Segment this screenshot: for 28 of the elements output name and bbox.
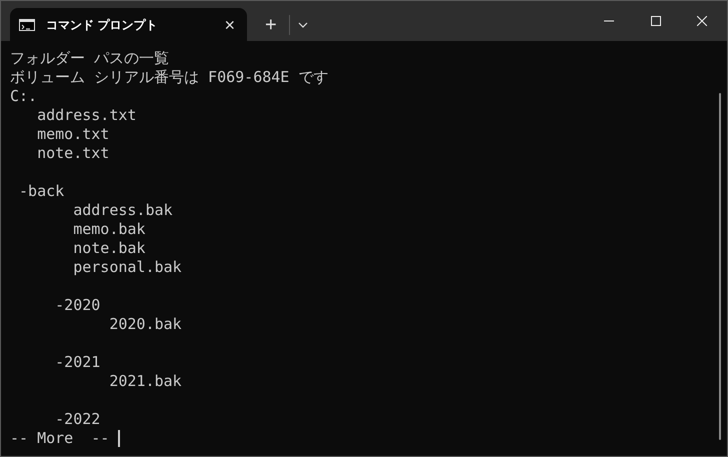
- console-line: address.txt: [36, 106, 138, 125]
- console-line: 2021.bak: [108, 372, 183, 391]
- console-line: -2021: [54, 353, 102, 372]
- console-line: 2020.bak: [108, 315, 183, 334]
- new-tab-button[interactable]: +: [259, 14, 283, 34]
- console-line: -2022: [54, 410, 102, 429]
- console-line: personal.bak: [72, 258, 183, 277]
- console-line: memo.txt: [36, 125, 110, 144]
- text-cursor: [118, 430, 120, 447]
- console-line: address.bak: [72, 201, 174, 220]
- close-icon[interactable]: [697, 16, 707, 26]
- terminal-tab[interactable]: コマンド プロンプト ×: [10, 8, 247, 41]
- console-line: フォルダー パスの一覧: [10, 49, 170, 68]
- console-line: ボリューム シリアル番号は F069-684E です: [10, 68, 330, 87]
- console-line: -2020: [54, 296, 102, 315]
- maximize-icon[interactable]: [651, 16, 661, 26]
- console-line: note.bak: [72, 239, 146, 258]
- minimize-icon[interactable]: [604, 20, 614, 22]
- console-line: C:.: [10, 87, 38, 106]
- console-line: -back: [18, 182, 66, 201]
- scrollbar[interactable]: [719, 93, 721, 440]
- terminal-icon: [19, 18, 35, 30]
- console-line: memo.bak: [72, 220, 146, 239]
- tab-close-button[interactable]: ×: [218, 16, 241, 34]
- dropdown-chevron-icon[interactable]: [298, 22, 308, 28]
- tab-title: コマンド プロンプト: [46, 16, 158, 34]
- console-line: note.txt: [36, 144, 110, 163]
- more-prompt: -- More --: [10, 429, 110, 448]
